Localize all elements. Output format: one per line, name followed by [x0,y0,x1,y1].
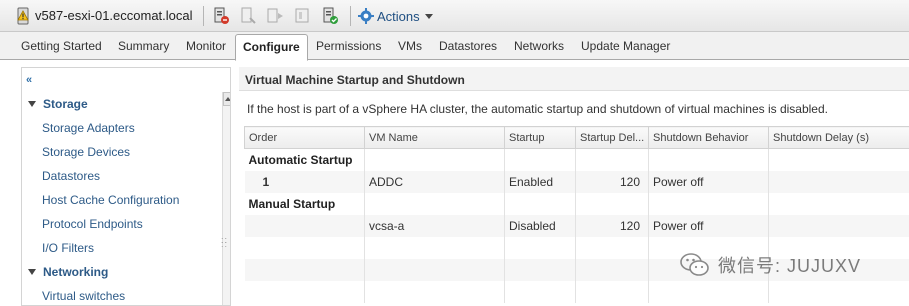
add-host-icon[interactable] [211,6,231,26]
table-row[interactable]: 1 ADDC Enabled 120 Power off [244,170,909,193]
title-bar: v587-esxi-01.eccomat.local Actions [0,0,909,32]
sidebar-group-label: Networking [43,265,109,279]
sidebar-item-datastores[interactable]: Datastores [42,169,100,183]
toolbar-separator [350,6,351,26]
sidebar-group-networking[interactable]: Networking [28,265,108,279]
column-header-shutdown-behavior[interactable]: Shutdown Behavior [648,126,769,149]
wechat-logo-icon [680,253,709,276]
sidebar-item-host-cache-configuration[interactable]: Host Cache Configuration [42,193,179,207]
cell-shutdown-behavior: Power off [648,170,769,193]
host-warning-icon [17,7,29,25]
collapse-sidebar-icon[interactable]: « [26,74,32,86]
table-row-empty [244,280,909,303]
sidebar-item-storage-devices[interactable]: Storage Devices [42,145,130,159]
expand-triangle-icon [28,269,36,275]
host-name-title: v587-esxi-01.eccomat.local [35,8,193,23]
section-header: Virtual Machine Startup and Shutdown [239,67,909,91]
cell-order: 1 [244,170,365,193]
watermark: 微信号: JUJUXV [680,252,861,278]
tab-vms[interactable]: VMs [398,39,422,53]
scroll-up-arrow-icon[interactable] [223,92,230,106]
table-group-row: Manual Startup [244,192,909,215]
watermark-text: 微信号: JUJUXV [718,256,862,276]
storage-icon[interactable] [292,6,312,26]
tab-datastores[interactable]: Datastores [439,39,497,53]
cell-vm-name: ADDC [364,170,505,193]
actions-label: Actions [377,8,420,24]
sidebar-group-label: Storage [43,97,88,111]
ha-cluster-note: If the host is part of a vSphere HA clus… [247,102,828,116]
group-label: Automatic Startup [244,148,365,171]
cell-startup-delay: 120 [575,214,649,237]
column-header-vm-name[interactable]: VM Name [364,126,505,149]
table-row[interactable]: vcsa-a Disabled 120 Power off [244,214,909,237]
column-header-order[interactable]: Order [244,126,365,149]
tab-getting-started[interactable]: Getting Started [21,39,102,53]
toolbar-separator [203,6,204,26]
table-header-row: Order VM Name Startup Startup Del... Shu… [244,126,909,149]
column-header-startup[interactable]: Startup [504,126,576,149]
actions-menu-button[interactable]: Actions [358,7,433,25]
power-icon[interactable] [265,6,285,26]
tab-configure[interactable]: Configure [235,34,308,61]
column-header-startup-delay[interactable]: Startup Del... [575,126,649,149]
tab-bar: Getting Started Summary Monitor Configur… [0,32,909,61]
tab-monitor[interactable]: Monitor [186,39,226,53]
tab-update-manager[interactable]: Update Manager [581,39,670,53]
expand-triangle-icon [28,101,36,107]
tab-networks[interactable]: Networks [514,39,564,53]
cell-startup: Disabled [504,214,576,237]
cell-shutdown-delay [768,214,909,237]
column-header-shutdown-delay[interactable]: Shutdown Delay (s) [768,126,909,149]
cell-shutdown-behavior: Power off [648,214,769,237]
cell-shutdown-delay [768,170,909,193]
cell-startup: Enabled [504,170,576,193]
tab-permissions[interactable]: Permissions [316,39,381,53]
enter-maintenance-icon[interactable] [238,6,258,26]
sidebar-item-storage-adapters[interactable]: Storage Adapters [42,121,135,135]
sidebar-item-virtual-switches[interactable]: Virtual switches [42,289,125,303]
tab-summary[interactable]: Summary [118,39,169,53]
chevron-down-icon [424,13,433,19]
configure-sidebar: « Storage Storage Adapters Storage Devic… [21,67,231,306]
group-label: Manual Startup [244,192,365,215]
sidebar-item-io-filters[interactable]: I/O Filters [42,241,94,255]
actions-gear-icon [358,8,374,24]
sidebar-scrollbar[interactable] [222,92,230,305]
cell-startup-delay: 120 [575,170,649,193]
sidebar-group-storage[interactable]: Storage [28,97,88,111]
cell-vm-name: vcsa-a [364,214,505,237]
cell-order [244,214,365,237]
section-title: Virtual Machine Startup and Shutdown [245,73,465,87]
remove-host-icon[interactable] [320,6,340,26]
table-group-row: Automatic Startup [244,148,909,171]
splitter-handle-icon[interactable]: :::: [221,236,229,249]
sidebar-item-protocol-endpoints[interactable]: Protocol Endpoints [42,217,143,231]
